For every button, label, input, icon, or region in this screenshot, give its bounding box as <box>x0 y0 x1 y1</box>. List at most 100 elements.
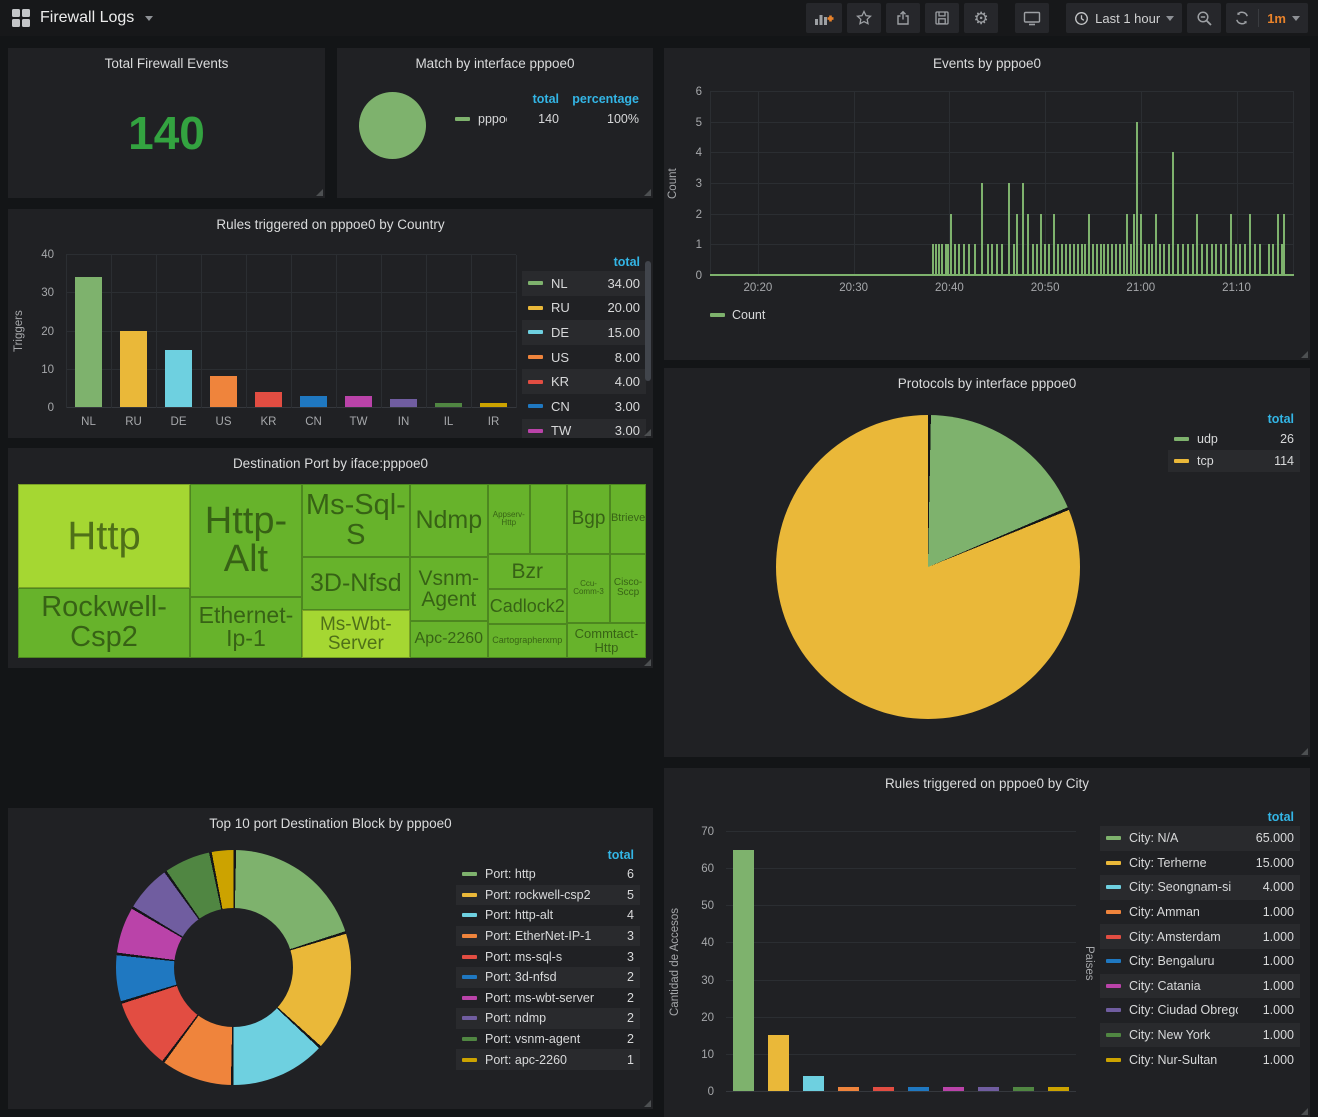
bar[interactable] <box>255 392 283 407</box>
bar[interactable] <box>733 850 755 1091</box>
treemap-cell[interactable]: Ccu-Comm-3 <box>567 554 610 623</box>
bar[interactable] <box>978 1087 1000 1091</box>
legend-row[interactable]: tcp114 <box>1168 450 1300 472</box>
legend-row[interactable]: Port: vsnm-agent2 <box>456 1029 640 1050</box>
legend-column-header[interactable]: total <box>598 848 634 862</box>
legend-label[interactable]: Port: apc-2260 <box>485 1053 598 1067</box>
legend-label[interactable]: Port: http <box>485 867 598 881</box>
treemap-cell[interactable] <box>530 484 567 554</box>
legend-row[interactable]: City: New York1.000 <box>1100 1023 1300 1048</box>
legend-column-header[interactable]: total <box>1238 810 1294 824</box>
panel-resize-handle[interactable] <box>316 189 323 196</box>
city-plot[interactable] <box>726 832 1076 1092</box>
legend-label[interactable]: Port: EtherNet-IP-1 <box>485 929 598 943</box>
legend-label[interactable]: Port: http-alt <box>485 908 598 922</box>
settings-button[interactable]: ⚙ <box>964 3 998 33</box>
legend-label[interactable]: tcp <box>1197 454 1248 468</box>
legend-row[interactable]: TW3.00 <box>522 419 646 438</box>
country-plot[interactable] <box>66 255 516 408</box>
legend-row[interactable]: Port: http6 <box>456 864 640 885</box>
bar[interactable] <box>480 403 508 407</box>
top10-donut-chart[interactable] <box>116 850 351 1085</box>
treemap-cell[interactable]: 3D-Nfsd <box>302 557 410 610</box>
panel-resize-handle[interactable] <box>644 189 651 196</box>
legend-label[interactable]: CN <box>551 399 588 414</box>
series-legend[interactable]: Count <box>710 308 765 322</box>
legend-label[interactable]: DE <box>551 325 588 340</box>
legend-row[interactable]: Port: ms-wbt-server2 <box>456 988 640 1009</box>
treemap-cell[interactable]: Bzr <box>488 554 567 589</box>
legend-label[interactable]: City: Terherne <box>1129 856 1238 870</box>
legend-row[interactable]: Port: ms-sql-s3 <box>456 946 640 967</box>
panel-title[interactable]: Rules triggered on pppoe0 by Country <box>8 217 653 232</box>
add-panel-button[interactable] <box>806 3 842 33</box>
bar[interactable] <box>300 396 328 407</box>
panel-resize-handle[interactable] <box>644 429 651 436</box>
bar[interactable] <box>803 1076 825 1091</box>
tv-mode-button[interactable] <box>1015 3 1049 33</box>
treemap-cell[interactable]: Cadlock2 <box>488 589 567 624</box>
legend-column-header[interactable]: total <box>1248 412 1294 426</box>
legend-row[interactable]: Port: rockwell-csp25 <box>456 885 640 906</box>
legend-row[interactable]: City: Bengaluru1.000 <box>1100 949 1300 974</box>
legend-label[interactable]: Port: rockwell-csp2 <box>485 888 598 902</box>
legend-label[interactable]: TW <box>551 423 588 438</box>
legend-row[interactable]: pppoe0140100% <box>449 108 645 130</box>
bar[interactable] <box>873 1087 895 1091</box>
panel-title[interactable]: Total Firewall Events <box>8 56 325 71</box>
legend-label[interactable]: Port: vsnm-agent <box>485 1032 598 1046</box>
legend-label[interactable]: City: N/A <box>1129 831 1238 845</box>
treemap-cell[interactable]: Ndmp <box>410 484 488 557</box>
legend-row[interactable]: Port: EtherNet-IP-13 <box>456 926 640 947</box>
legend-label[interactable]: Port: ms-sql-s <box>485 950 598 964</box>
legend-row[interactable]: City: N/A65.000 <box>1100 826 1300 851</box>
legend-label[interactable]: City: Amman <box>1129 905 1238 919</box>
legend-row[interactable]: City: Terherne15.000 <box>1100 851 1300 876</box>
treemap-cell[interactable]: Ethernet-Ip-1 <box>190 597 302 658</box>
bar[interactable] <box>75 277 103 407</box>
legend-row[interactable]: Port: ndmp2 <box>456 1008 640 1029</box>
treemap-cell[interactable]: Rockwell-Csp2 <box>18 588 190 658</box>
legend-row[interactable]: Port: apc-22601 <box>456 1049 640 1070</box>
legend-column-header[interactable]: total <box>507 92 559 106</box>
treemap-cell[interactable]: Http <box>18 484 190 588</box>
interface-pie-chart[interactable] <box>359 92 426 159</box>
legend-row[interactable]: City: Catania1.000 <box>1100 974 1300 999</box>
legend-row[interactable]: City: Seongnam-si4.000 <box>1100 875 1300 900</box>
treemap-cell[interactable]: Ms-Wbt-Server <box>302 610 410 658</box>
legend-label[interactable]: KR <box>551 374 588 389</box>
zoom-out-button[interactable] <box>1187 3 1221 33</box>
legend-row[interactable]: Port: 3d-nfsd2 <box>456 967 640 988</box>
protocols-pie-chart[interactable] <box>776 415 1080 719</box>
panel-title[interactable]: Top 10 port Destination Block by pppoe0 <box>8 816 653 831</box>
treemap-cell[interactable]: Btrieve <box>610 484 646 554</box>
legend-label[interactable]: NL <box>551 276 588 291</box>
legend-scrollbar[interactable] <box>645 261 651 381</box>
treemap-cell[interactable]: Commtact-Http <box>567 623 646 658</box>
bar[interactable] <box>165 350 193 407</box>
legend-label[interactable]: RU <box>551 300 588 315</box>
legend-label[interactable]: City: Ciudad Obregón <box>1129 1003 1238 1017</box>
bar[interactable] <box>838 1087 860 1091</box>
legend-label[interactable]: City: Bengaluru <box>1129 954 1238 968</box>
refresh-picker[interactable]: 1m <box>1226 3 1308 33</box>
events-plot[interactable] <box>710 92 1294 276</box>
panel-title[interactable]: Events by pppoe0 <box>664 56 1310 71</box>
time-range-picker[interactable]: Last 1 hour <box>1066 3 1182 33</box>
legend-label[interactable]: udp <box>1197 432 1248 446</box>
legend-row[interactable]: US8.00 <box>522 345 646 370</box>
legend-column-header[interactable]: total <box>588 255 640 269</box>
legend-row[interactable]: City: Ciudad Obregón1.000 <box>1100 998 1300 1023</box>
bar[interactable] <box>435 403 463 407</box>
legend-label[interactable]: US <box>551 350 588 365</box>
legend-row[interactable]: udp26 <box>1168 428 1300 450</box>
bar[interactable] <box>908 1087 930 1091</box>
panel-title[interactable]: Match by interface pppoe0 <box>337 56 653 71</box>
legend-column-header[interactable]: percentage <box>559 92 639 106</box>
share-button[interactable] <box>886 3 920 33</box>
legend-row[interactable]: NL34.00 <box>522 271 646 296</box>
legend-label[interactable]: Port: ndmp <box>485 1011 598 1025</box>
legend-row[interactable]: DE15.00 <box>522 320 646 345</box>
treemap-cell[interactable]: Http-Alt <box>190 484 302 597</box>
legend-row[interactable]: City: Nur-Sultan1.000 <box>1100 1047 1300 1072</box>
